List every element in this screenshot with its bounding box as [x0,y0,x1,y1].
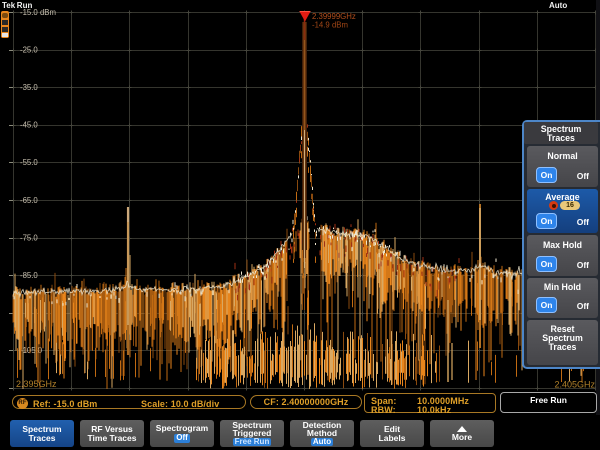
svg-text:2.395GHz: 2.395GHz [16,379,57,389]
svg-text:-14.9 dBm: -14.9 dBm [312,21,348,30]
svg-text:-85.0: -85.0 [20,271,38,280]
svg-text:-65.0: -65.0 [20,196,38,205]
svg-text:-35.0: -35.0 [20,83,38,92]
svg-text:-55.0: -55.0 [20,158,38,167]
svg-text:-75.0: -75.0 [20,233,38,242]
svg-text:-25.0: -25.0 [20,45,38,54]
svg-text:2.405GHz: 2.405GHz [554,380,595,390]
svg-text:-45.0: -45.0 [20,121,38,130]
